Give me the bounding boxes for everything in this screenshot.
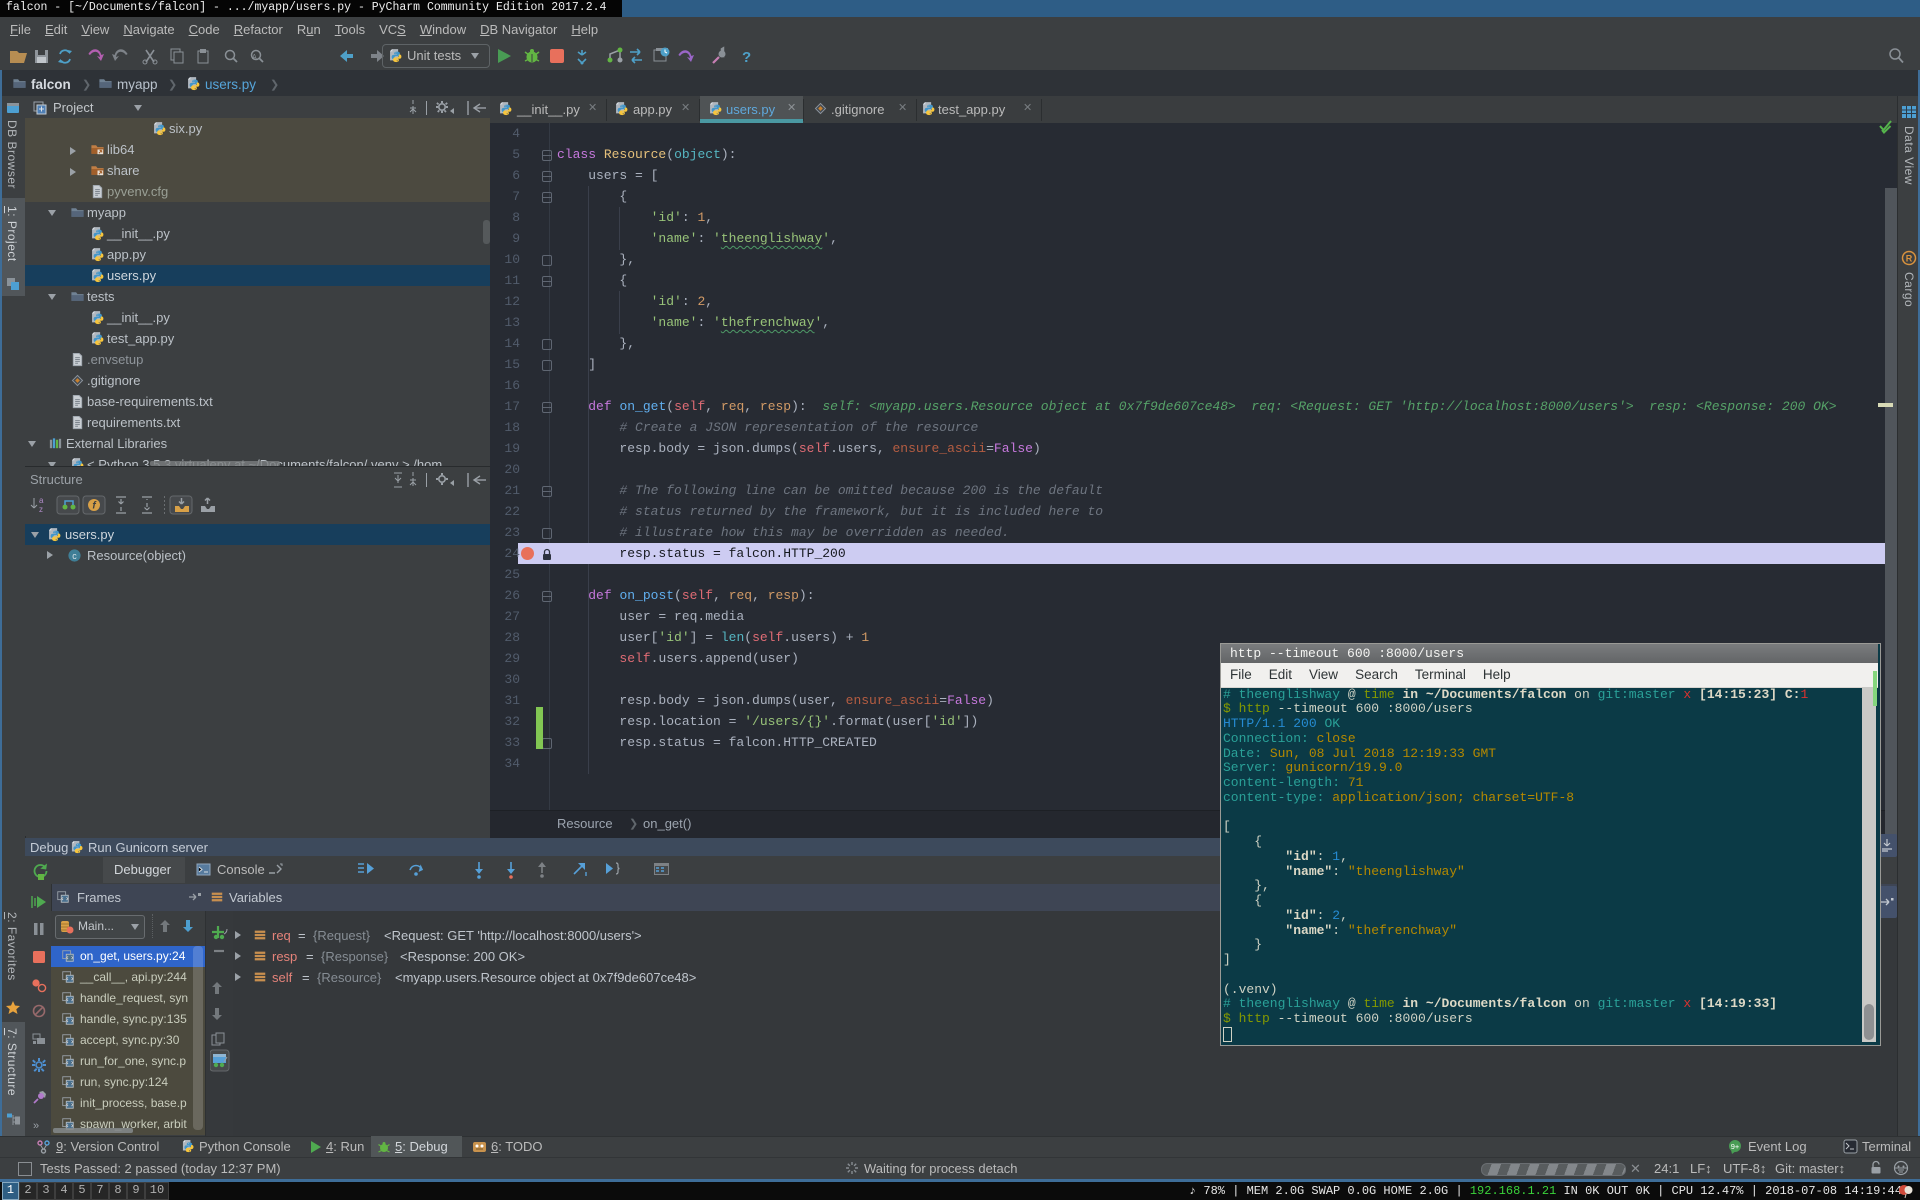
svg-text:A: A bbox=[252, 54, 257, 61]
svg-text:»: » bbox=[33, 1120, 39, 1132]
svg-text:R: R bbox=[1906, 254, 1913, 264]
svg-text:?: ? bbox=[742, 49, 751, 66]
svg-text:a: a bbox=[39, 496, 44, 505]
svg-text:z: z bbox=[39, 505, 43, 514]
svg-text:9+: 9+ bbox=[1731, 1142, 1740, 1151]
